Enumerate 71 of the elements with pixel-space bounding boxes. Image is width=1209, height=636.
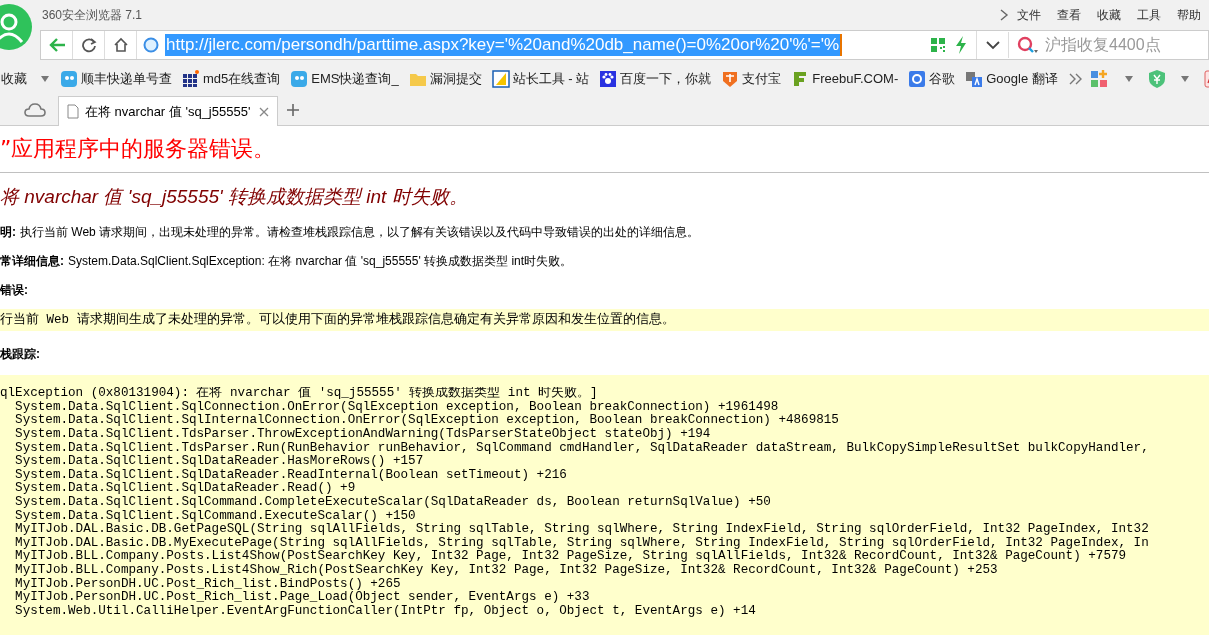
bird-icon — [60, 70, 78, 88]
section-label: 栈跟踪: — [0, 346, 41, 364]
caret-down-icon[interactable] — [1123, 75, 1134, 83]
bird-icon — [290, 70, 309, 88]
menu-item[interactable]: 收藏 — [1089, 6, 1129, 24]
bookmark-item[interactable]: 收藏 — [0, 69, 55, 89]
stack-trace-line: System.Data.SqlClient.SqlDataReader.Read() +9 — [14, 482, 357, 496]
bookmark-item[interactable]: md5在线查询 — [177, 69, 286, 89]
stack-trace-line: System.Data.SqlClient.SqlCommand.CompleteExecuteScalar(SqlDataReader ds, Boolean returnSqlValue) +50 — [14, 496, 772, 510]
menu-item[interactable]: 帮助 — [1169, 6, 1209, 24]
stack-trace-line: System.Data.SqlClient.SqlDataReader.ReadInternal(Boolean setTimeout) +216 — [14, 468, 568, 482]
close-icon[interactable] — [259, 106, 269, 117]
stack-trace-line: System.Data.SqlClient.TdsParser.Run(RunBehavior runBehavior, SqlCommand cmdHandler, SqlDataReader dataStream, BulkCopySimpleResultSet bulkCopyHandler, — [14, 441, 1150, 455]
stack-trace-line: System.Web.Util.CalliHelper.EventArgFunctionCaller(IntPtr fp, Object o, Object t, EventArgs e) +14 — [14, 604, 757, 619]
caret-down-icon — [985, 40, 1000, 50]
new-tab-icon[interactable] — [286, 103, 300, 117]
stack-trace-line: MyITJob.DAL.Basic.DB.MyExecutePage(String sqlAllFields, String sqlTable, String sqlWhere, String IndexField, String sqlOrderField, Int32 PageIndex, In — [14, 536, 1150, 550]
stack-trace-line: MyITJob.PersonDH.UC.Post_Rich_list.BindPosts() +265 — [14, 577, 402, 591]
error-message: 将 nvarchar 值 'sq_j55555' 转换成数据类型 int 时失败。 — [0, 185, 469, 209]
grid-icon — [182, 70, 200, 88]
bookmark-item[interactable]: EMS快递查询_ — [285, 69, 404, 89]
browser-tab[interactable]: 在将 nvarchar 值 'sq_j55555' — [58, 96, 278, 126]
paw-icon — [599, 70, 618, 88]
search-icon — [1017, 36, 1039, 54]
qr-code-icon[interactable] — [930, 37, 946, 53]
bookmark-item[interactable]: 支付宝 — [716, 69, 787, 89]
detail-text: 执行当前 Web 请求期间，出现未处理的异常。请检查堆栈跟踪信息，以了解有关该错误以及代码中导致错误的出处的详细信息。 — [20, 223, 700, 241]
shield-icon[interactable] — [1147, 69, 1166, 89]
globe-icon — [143, 37, 159, 53]
shield-icon — [721, 70, 740, 88]
lightning-icon[interactable] — [954, 36, 968, 54]
source-error-text: 行当前 Web 请求期间生成了未处理的异常。可以使用下面的异常堆栈跟踪信息确定有关异常原因和发生位置的信息。 — [0, 308, 1209, 332]
window-title: 360安全浏览器 7.1 — [42, 7, 143, 24]
page-icon — [67, 104, 79, 119]
stack-trace-line: System.Data.SqlClient.SqlDataReader.HasMoreRows() +157 — [14, 455, 425, 469]
detail-text: System.Data.SqlClient.SqlException: 在将 nvarchar 值 'sq_j55555' 转换成数据类型 int时失败。 — [68, 252, 573, 270]
home-icon — [112, 37, 129, 53]
menu-item[interactable]: 查看 — [1049, 6, 1089, 24]
flag-icon — [491, 70, 510, 88]
stack-trace-line: MyITJob.DAL.Basic.DB.GetPageSQL(String sqlAllFields, String sqlTable, String sqlWhere, String IndexField, String sqlOrderField, Int32 PageIndex, Int32 — [14, 523, 1150, 537]
stack-trace-line: MyITJob.BLL.Company.Posts.List4Show(PostSearchKey Key, Int32 Page, Int32 PageSize, String sqlAllFields, Int32& RecordCount, Int32& PageCount) +7579 — [14, 550, 1128, 564]
bookmark-item[interactable]: 漏洞提交 — [403, 69, 487, 89]
apps-icon[interactable] — [1089, 70, 1110, 88]
chevron-right-icon[interactable] — [999, 9, 1009, 21]
stack-trace-line: MyITJob.PersonDH.UC.Post_Rich_list.Page_Load(Object sender, EventArgs e) +33 — [14, 591, 591, 605]
bookmark-item[interactable]: Google 翻译 — [960, 69, 1063, 89]
more-icon[interactable] — [1068, 73, 1083, 85]
detail-label: 常详细信息: — [0, 252, 64, 270]
bookmark-item[interactable]: 百度一下，你就 — [594, 69, 717, 89]
caret-down-icon[interactable] — [1179, 75, 1190, 83]
stack-trace-line: System.Data.SqlClient.SqlCommand.ExecuteScalar() +150 — [14, 509, 417, 523]
reload-icon — [80, 37, 97, 53]
detail-label: 明: — [0, 223, 16, 241]
page-heading: ”应用程序中的服务器错误。 — [0, 135, 277, 163]
tab-title: 在将 nvarchar 值 'sq_j55555' — [85, 102, 252, 121]
search-field[interactable]: 沪指收复4400点 — [1008, 32, 1208, 58]
back-arrow-icon — [47, 37, 66, 53]
stack-trace-line: MyITJob.BLL.Company.Posts.List4Show_Rich(PostSearchKey Key, Int32 Page, Int32 PageSize, Int32& RecordCount, Int32& PageCount) +253 — [14, 563, 999, 578]
translate-icon — [965, 70, 984, 88]
stack-trace-line: System.Data.SqlClient.SqlConnection.OnError(SqlException exception, Boolean breakConnection) +1961498 — [14, 400, 780, 414]
stack-trace-line: System.Data.SqlClient.SqlInternalConnection.OnError(SqlException exception, Boolean breakConnection) +4869815 — [14, 414, 840, 428]
menu-item[interactable]: 工具 — [1129, 6, 1169, 24]
bookmark-item[interactable]: 谷歌 — [903, 69, 961, 89]
bookmark-item[interactable]: 顺丰快递单号查 — [55, 69, 177, 89]
cloud-icon[interactable] — [24, 102, 46, 118]
bookmark-item[interactable]: FreebuF.COM- — [786, 69, 904, 89]
section-label: 错误: — [0, 281, 29, 299]
bookmark-item[interactable]: 站长工具 - 站 — [486, 69, 595, 89]
stack-trace-line: System.Data.SqlClient.TdsParser.ThrowExceptionAndWarning(TdsParserStateObject stateObj) +194 — [14, 428, 712, 442]
menu-item[interactable]: 文件 — [1009, 6, 1049, 24]
caret-down-icon — [40, 75, 50, 83]
